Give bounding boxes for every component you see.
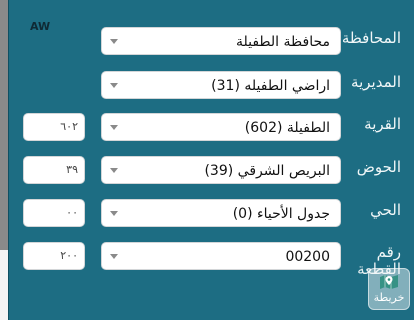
chevron-down-icon: [110, 125, 118, 130]
directorate-label: المديرية: [351, 73, 401, 91]
map-button[interactable]: خريطة: [368, 268, 410, 310]
basin-select[interactable]: البريص الشرقي (39): [101, 156, 341, 184]
map-pin-icon: [380, 275, 398, 289]
neighborhood-label: الحي: [370, 201, 401, 219]
chevron-down-icon: [110, 168, 118, 173]
map-button-label: خريطة: [373, 291, 405, 304]
plot-number-select[interactable]: 00200: [101, 242, 341, 270]
village-select[interactable]: الطفيلة (602): [101, 113, 341, 141]
village-value: الطفيلة (602): [244, 120, 330, 136]
governorate-value: محافظة الطفيلة: [235, 34, 330, 50]
chevron-down-icon: [110, 254, 118, 259]
village-code-field[interactable]: ٦٠٢: [23, 113, 85, 141]
neighborhood-select[interactable]: جدول الأحياء (0): [101, 199, 341, 227]
governorate-label: المحافظة: [341, 29, 401, 47]
directorate-value: اراضي الطفيله (31): [211, 78, 330, 94]
basin-value: البريص الشرقي (39): [204, 163, 330, 179]
plot-label-line-1: رقم: [376, 243, 401, 261]
left-edge-lower-bar: [0, 250, 8, 320]
brand-logo-text: AW: [30, 20, 50, 32]
chevron-down-icon: [110, 211, 118, 216]
parcel-search-panel: AW محافظة الطفيلة المحافظة اراضي الطفيله…: [8, 0, 414, 320]
brand-logo-icon: AW: [30, 20, 56, 34]
basin-code-field[interactable]: ٣٩: [23, 156, 85, 184]
neighborhood-code-field[interactable]: ٠٠: [23, 199, 85, 227]
chevron-down-icon: [110, 39, 118, 44]
governorate-select[interactable]: محافظة الطفيلة: [101, 27, 341, 55]
brand-logo-mark: AW: [30, 20, 50, 32]
neighborhood-value: جدول الأحياء (0): [232, 206, 330, 222]
directorate-select[interactable]: اراضي الطفيله (31): [101, 71, 341, 99]
chevron-down-icon: [110, 83, 118, 88]
plot-number-value: 00200: [285, 249, 330, 265]
plot-code-field[interactable]: ٢٠٠: [23, 242, 85, 270]
basin-label: الحوض: [356, 158, 401, 176]
village-label: القرية: [364, 115, 401, 133]
